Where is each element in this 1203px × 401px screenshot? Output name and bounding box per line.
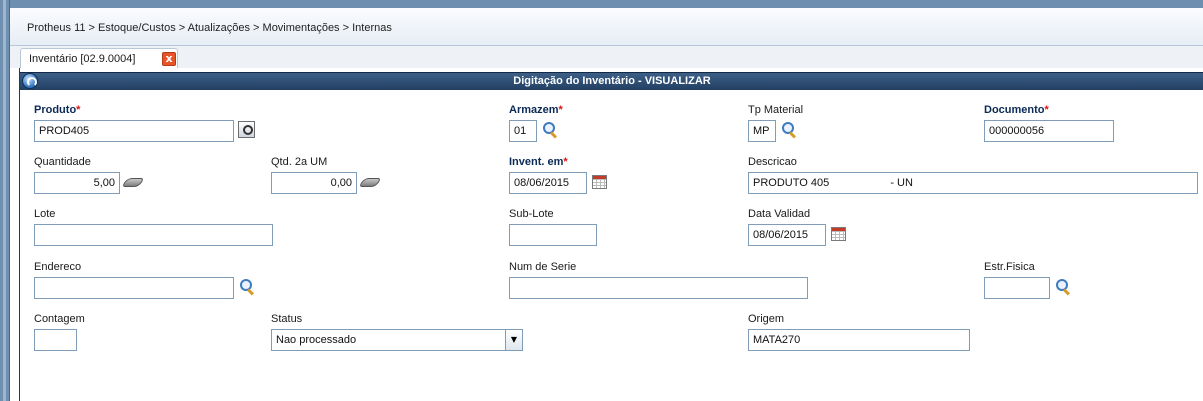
endereco-field[interactable] (34, 277, 234, 299)
tp-material-label: Tp Material (748, 104, 804, 116)
documento-label: Documento* (984, 104, 1049, 116)
sub-lote-label: Sub-Lote (509, 208, 554, 220)
status-select[interactable]: Nao processado ▼ (271, 329, 523, 351)
estr-fisica-label: Estr.Fisica (984, 261, 1035, 273)
search-icon[interactable] (780, 121, 798, 139)
invent-em-field[interactable]: 08/06/2015 (509, 172, 587, 194)
window-left-border (0, 0, 10, 401)
breadcrumb-bar: Protheus 11 > Estoque/Custos > Atualizaç… (10, 8, 1203, 46)
armazem-label: Armazem* (509, 104, 563, 116)
quantidade-field[interactable]: 5,00 (34, 172, 120, 194)
produto-label: Produto* (34, 104, 81, 116)
origem-label: Origem (748, 313, 785, 325)
close-icon[interactable]: x (162, 52, 176, 66)
descricao-field[interactable]: PRODUTO 405 - UN (748, 172, 1198, 194)
calculator-icon[interactable] (361, 173, 379, 191)
calculator-icon[interactable] (124, 173, 142, 191)
calendar-icon[interactable] (592, 175, 607, 189)
inventory-form-panel: Digitação do Inventário - VISUALIZAR Pro… (19, 68, 1203, 401)
origem-field[interactable]: MATA270 (748, 329, 970, 351)
qtd-2a-um-label: Qtd. 2a UM (271, 156, 328, 168)
lote-field[interactable] (34, 224, 273, 246)
armazem-field[interactable]: 01 (509, 120, 537, 142)
num-de-serie-field[interactable] (509, 277, 808, 299)
chevron-down-icon[interactable]: ▼ (505, 330, 522, 350)
invent-em-label: Invent. em* (509, 156, 568, 168)
calendar-icon[interactable] (831, 227, 846, 241)
produto-field[interactable]: PROD405 (34, 120, 234, 142)
data-validad-label: Data Validad (748, 208, 811, 220)
tp-material-field[interactable]: MP (748, 120, 776, 142)
status-value: Nao processado (276, 334, 357, 346)
tab-inventario[interactable]: Inventário [02.9.0004] x (20, 48, 178, 68)
lote-label: Lote (34, 208, 56, 220)
search-icon[interactable] (541, 121, 559, 139)
tab-label: Inventário [02.9.0004] (29, 53, 136, 65)
descricao-label: Descricao (748, 156, 797, 168)
status-label: Status (271, 313, 303, 325)
search-icon[interactable] (238, 278, 256, 296)
contagem-label: Contagem (34, 313, 85, 325)
panel-title: Digitação do Inventário - VISUALIZAR (513, 75, 711, 87)
breadcrumb: Protheus 11 > Estoque/Custos > Atualizaç… (27, 22, 392, 34)
lookup-icon[interactable] (238, 121, 255, 138)
estr-fisica-field[interactable] (984, 277, 1050, 299)
search-icon[interactable] (1054, 278, 1072, 296)
quantidade-label: Quantidade (34, 156, 91, 168)
sub-lote-field[interactable] (509, 224, 597, 246)
tab-strip: Inventário [02.9.0004] x (10, 46, 1203, 68)
num-de-serie-label: Num de Serie (509, 261, 577, 273)
qtd-2a-um-field[interactable]: 0,00 (271, 172, 357, 194)
documento-field[interactable]: 000000056 (984, 120, 1114, 142)
contagem-field[interactable] (34, 329, 77, 351)
data-validad-field[interactable]: 08/06/2015 (748, 224, 826, 246)
panel-header: Digitação do Inventário - VISUALIZAR (20, 72, 1203, 90)
endereco-label: Endereco (34, 261, 82, 273)
window-top-border (10, 0, 1203, 8)
